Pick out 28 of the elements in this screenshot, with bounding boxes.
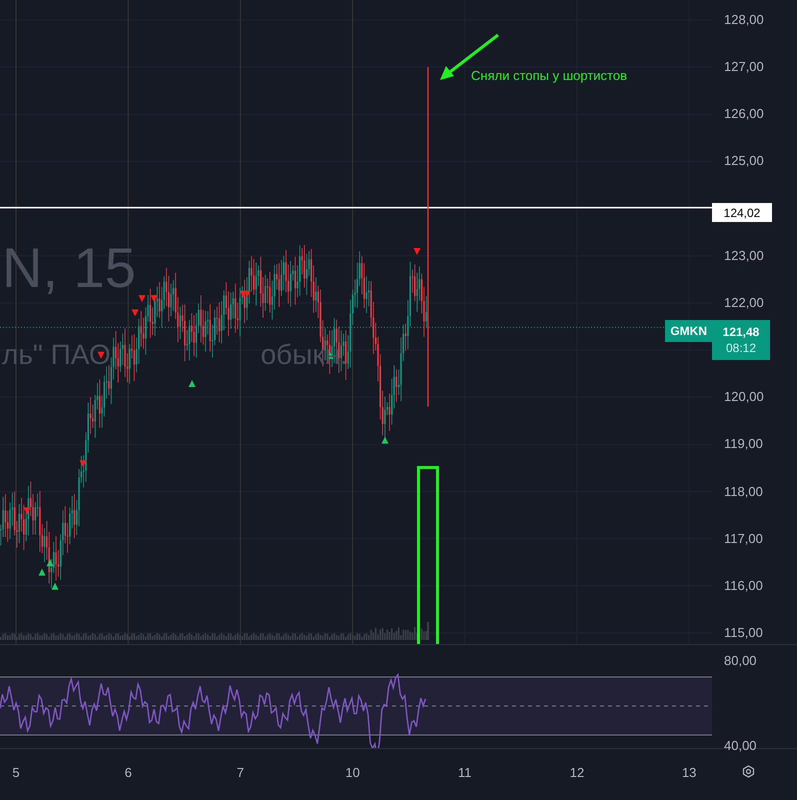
price-tick: 120,00 (724, 390, 764, 404)
price-tick: 115,00 (724, 626, 763, 639)
price-tick: 116,00 (724, 578, 763, 592)
price-tick: 125,00 (724, 154, 764, 168)
price-tick: 122,00 (724, 296, 764, 309)
price-tick: 128,00 (724, 13, 764, 26)
current-price: 121,48 (722, 324, 760, 340)
level-line[interactable] (0, 206, 712, 208)
price-tick: 118,00 (724, 484, 763, 498)
symbol-label: GMKN (665, 320, 712, 342)
rsi-tick: 80,00 (724, 654, 757, 667)
rsi-tick: 40,00 (724, 739, 757, 752)
price-tick: 123,00 (724, 248, 764, 262)
price-tick: 119,00 (724, 437, 763, 450)
time-tick: 13 (680, 764, 698, 782)
annotation-text: Сняли стопы у шортистов (471, 67, 627, 85)
price-tick: 127,00 (724, 60, 764, 74)
time-tick: 12 (568, 764, 586, 782)
time-tick: 7 (236, 764, 245, 782)
bar-countdown: 08:12 (726, 340, 756, 356)
time-tick: 10 (344, 764, 361, 782)
time-tick: 5 (11, 764, 21, 782)
price-tick: 126,00 (724, 107, 764, 120)
level-price-label[interactable]: 124,02 (712, 203, 772, 222)
settings-icon[interactable] (742, 765, 755, 778)
time-tick: 11 (457, 764, 473, 782)
price-tick: 117,00 (724, 532, 763, 545)
time-tick: 6 (124, 764, 133, 782)
